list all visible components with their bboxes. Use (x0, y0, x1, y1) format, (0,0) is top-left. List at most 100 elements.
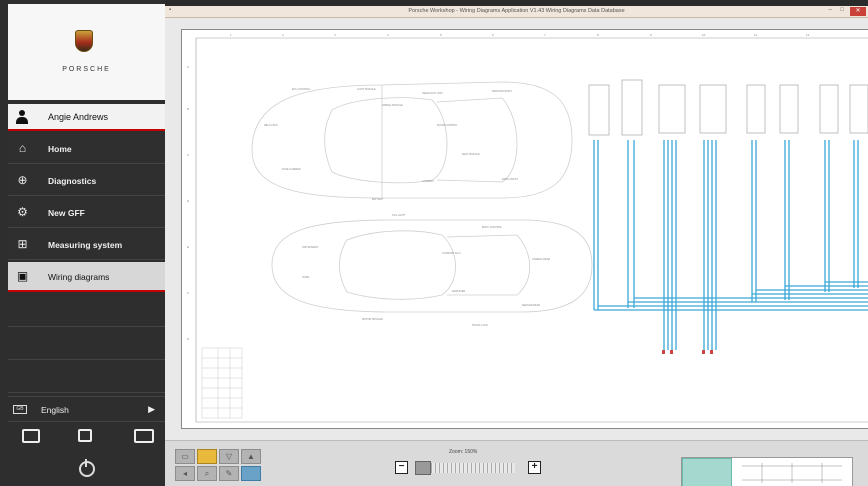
gff-icon: ⚙ (17, 205, 28, 219)
svg-text:4: 4 (387, 33, 389, 37)
svg-text:INSTRUMENT: INSTRUMENT (302, 246, 319, 249)
user-profile[interactable]: Angie Andrews (8, 104, 165, 131)
chevron-up-icon[interactable]: ▲ (241, 449, 261, 464)
filter-icon[interactable]: ▽ (219, 449, 239, 464)
zoom-level: Zoom: 150% (449, 449, 478, 455)
svg-text:1: 1 (230, 33, 232, 37)
zoom-out-button[interactable]: − (395, 461, 408, 474)
svg-text:TRUNK LOCK: TRUNK LOCK (472, 324, 488, 327)
svg-text:10: 10 (702, 33, 706, 37)
sidebar-item-home[interactable]: ⌂ Home (8, 134, 165, 164)
brand-wordmark: PORSCHE (62, 66, 111, 73)
home-icon: ⌂ (18, 141, 27, 155)
sidebar: PORSCHE Angie Andrews ⌂ Home ⊕ Diagnosti… (0, 0, 165, 486)
porsche-crest-icon (75, 30, 93, 52)
svg-text:AIRBAG MODULE: AIRBAG MODULE (382, 104, 403, 107)
sidebar-item-label: Wiring diagrams (48, 272, 110, 282)
minimap-preview (742, 463, 842, 483)
svg-text:11: 11 (754, 33, 757, 37)
svg-text:7: 7 (544, 33, 546, 37)
svg-text:DOOR CONTROL: DOOR CONTROL (437, 124, 458, 127)
svg-text:C: C (187, 153, 190, 157)
svg-text:CAMERA REAR: CAMERA REAR (532, 258, 550, 261)
logo-area: PORSCHE (8, 4, 165, 100)
window-titlebar: ▪ Porsche Workshop - Wiring Diagrams App… (165, 6, 868, 18)
maximize-icon[interactable]: □ (840, 7, 844, 13)
zoom-slider-thumb[interactable] (415, 461, 431, 475)
power-area (8, 455, 165, 486)
screen-close-icon[interactable] (134, 429, 154, 443)
wiring-icon: ▣ (16, 269, 29, 283)
measuring-icon: ⊞ (17, 237, 28, 251)
diagnostics-icon: ⊕ (17, 173, 28, 187)
sidebar-item-diagnostics[interactable]: ⊕ Diagnostics (8, 166, 165, 196)
close-icon[interactable]: ✕ (850, 7, 866, 16)
svg-text:GATEWAY: GATEWAY (422, 180, 434, 183)
search-icon[interactable]: ⌕ (197, 466, 217, 481)
svg-text:HORN: HORN (302, 276, 310, 279)
svg-text:6: 6 (492, 33, 494, 37)
sidebar-empty-slot (8, 295, 165, 327)
svg-text:B: B (187, 107, 189, 111)
svg-text:SENSOR FRONT: SENSOR FRONT (492, 90, 512, 93)
svg-text:BODY CONTROL: BODY CONTROL (482, 226, 503, 229)
sidebar-empty-slot (8, 328, 165, 360)
svg-text:A: A (187, 65, 189, 69)
print-icon[interactable]: ▭ (175, 449, 195, 464)
minimize-icon[interactable]: – (829, 7, 832, 13)
sidebar-tools (8, 425, 165, 453)
svg-text:SENSOR REAR: SENSOR REAR (522, 304, 540, 307)
svg-text:COMFORT ECU: COMFORT ECU (442, 252, 461, 255)
svg-text:12: 12 (806, 33, 810, 37)
svg-text:HEADLIGHT UNIT: HEADLIGHT UNIT (422, 92, 443, 95)
svg-text:TAIL LIGHT: TAIL LIGHT (392, 214, 406, 217)
svg-text:MOTOR SPOILER: MOTOR SPOILER (362, 318, 383, 321)
svg-text:AMPLIFIER: AMPLIFIER (452, 290, 465, 293)
svg-text:2: 2 (282, 33, 284, 37)
sidebar-item-label: New GFF (48, 208, 85, 218)
svg-text:SEAT MODULE: SEAT MODULE (462, 153, 480, 156)
svg-text:PARK ASSIST: PARK ASSIST (502, 178, 519, 181)
svg-text:BATTERY: BATTERY (372, 198, 384, 201)
svg-text:9: 9 (650, 33, 652, 37)
window-title: Porsche Workshop - Wiring Diagrams Appli… (408, 8, 625, 14)
back-icon[interactable]: ◂ (175, 466, 195, 481)
language-selector[interactable]: GB English ▶ (8, 396, 165, 422)
sidebar-item-new-gff[interactable]: ⚙ New GFF (8, 198, 165, 228)
svg-text:FUSE CARRIER: FUSE CARRIER (282, 168, 301, 171)
user-name: Angie Andrews (48, 112, 109, 122)
sidebar-item-label: Home (48, 144, 72, 154)
diagram-sheet: 123 456 789 10 11 12 ABC DEF G ECU CONTR… (181, 29, 868, 429)
folder-icon[interactable] (197, 449, 217, 464)
app-root: PORSCHE Angie Andrews ⌂ Home ⊕ Diagnosti… (0, 0, 868, 486)
svg-text:3: 3 (334, 33, 336, 37)
sidebar-item-measuring-system[interactable]: ⊞ Measuring system (8, 230, 165, 260)
svg-text:G: G (187, 337, 190, 341)
vci-icon[interactable] (22, 429, 40, 443)
svg-text:E: E (187, 245, 189, 249)
sidebar-item-wiring-diagrams[interactable]: ▣ Wiring diagrams (8, 262, 165, 292)
svg-text:D: D (187, 199, 190, 203)
svg-text:LIGHT MODULE: LIGHT MODULE (357, 88, 376, 91)
zoom-in-button[interactable]: + (528, 461, 541, 474)
sidebar-item-label: Measuring system (48, 240, 123, 250)
svg-text:5: 5 (440, 33, 442, 37)
diagram-canvas[interactable]: 123 456 789 10 11 12 ABC DEF G ECU CONTR… (165, 18, 868, 440)
language-label: English (41, 405, 69, 415)
bottom-toolbar: ▭ ▽ ▲ ◂ ⌕ ✎ Zoom: 150% − + (165, 440, 868, 486)
svg-text:RELAY BOX: RELAY BOX (264, 124, 278, 127)
sidebar-item-label: Diagnostics (48, 176, 97, 186)
sidebar-empty-slot (8, 361, 165, 393)
overview-minimap[interactable] (681, 457, 853, 486)
printer-icon[interactable] (78, 429, 92, 442)
user-icon (16, 110, 28, 124)
svg-text:8: 8 (597, 33, 599, 37)
svg-text:ECU CONTROL: ECU CONTROL (292, 88, 311, 91)
chevron-right-icon: ▶ (148, 404, 155, 414)
highlight-icon[interactable]: ✎ (219, 466, 239, 481)
flag-icon: GB (13, 405, 27, 414)
svg-text:F: F (187, 291, 189, 295)
wiring-diagram: 123 456 789 10 11 12 ABC DEF G ECU CONTR… (187, 33, 868, 423)
power-icon[interactable] (79, 459, 95, 477)
blue-mode-icon[interactable] (241, 466, 261, 481)
